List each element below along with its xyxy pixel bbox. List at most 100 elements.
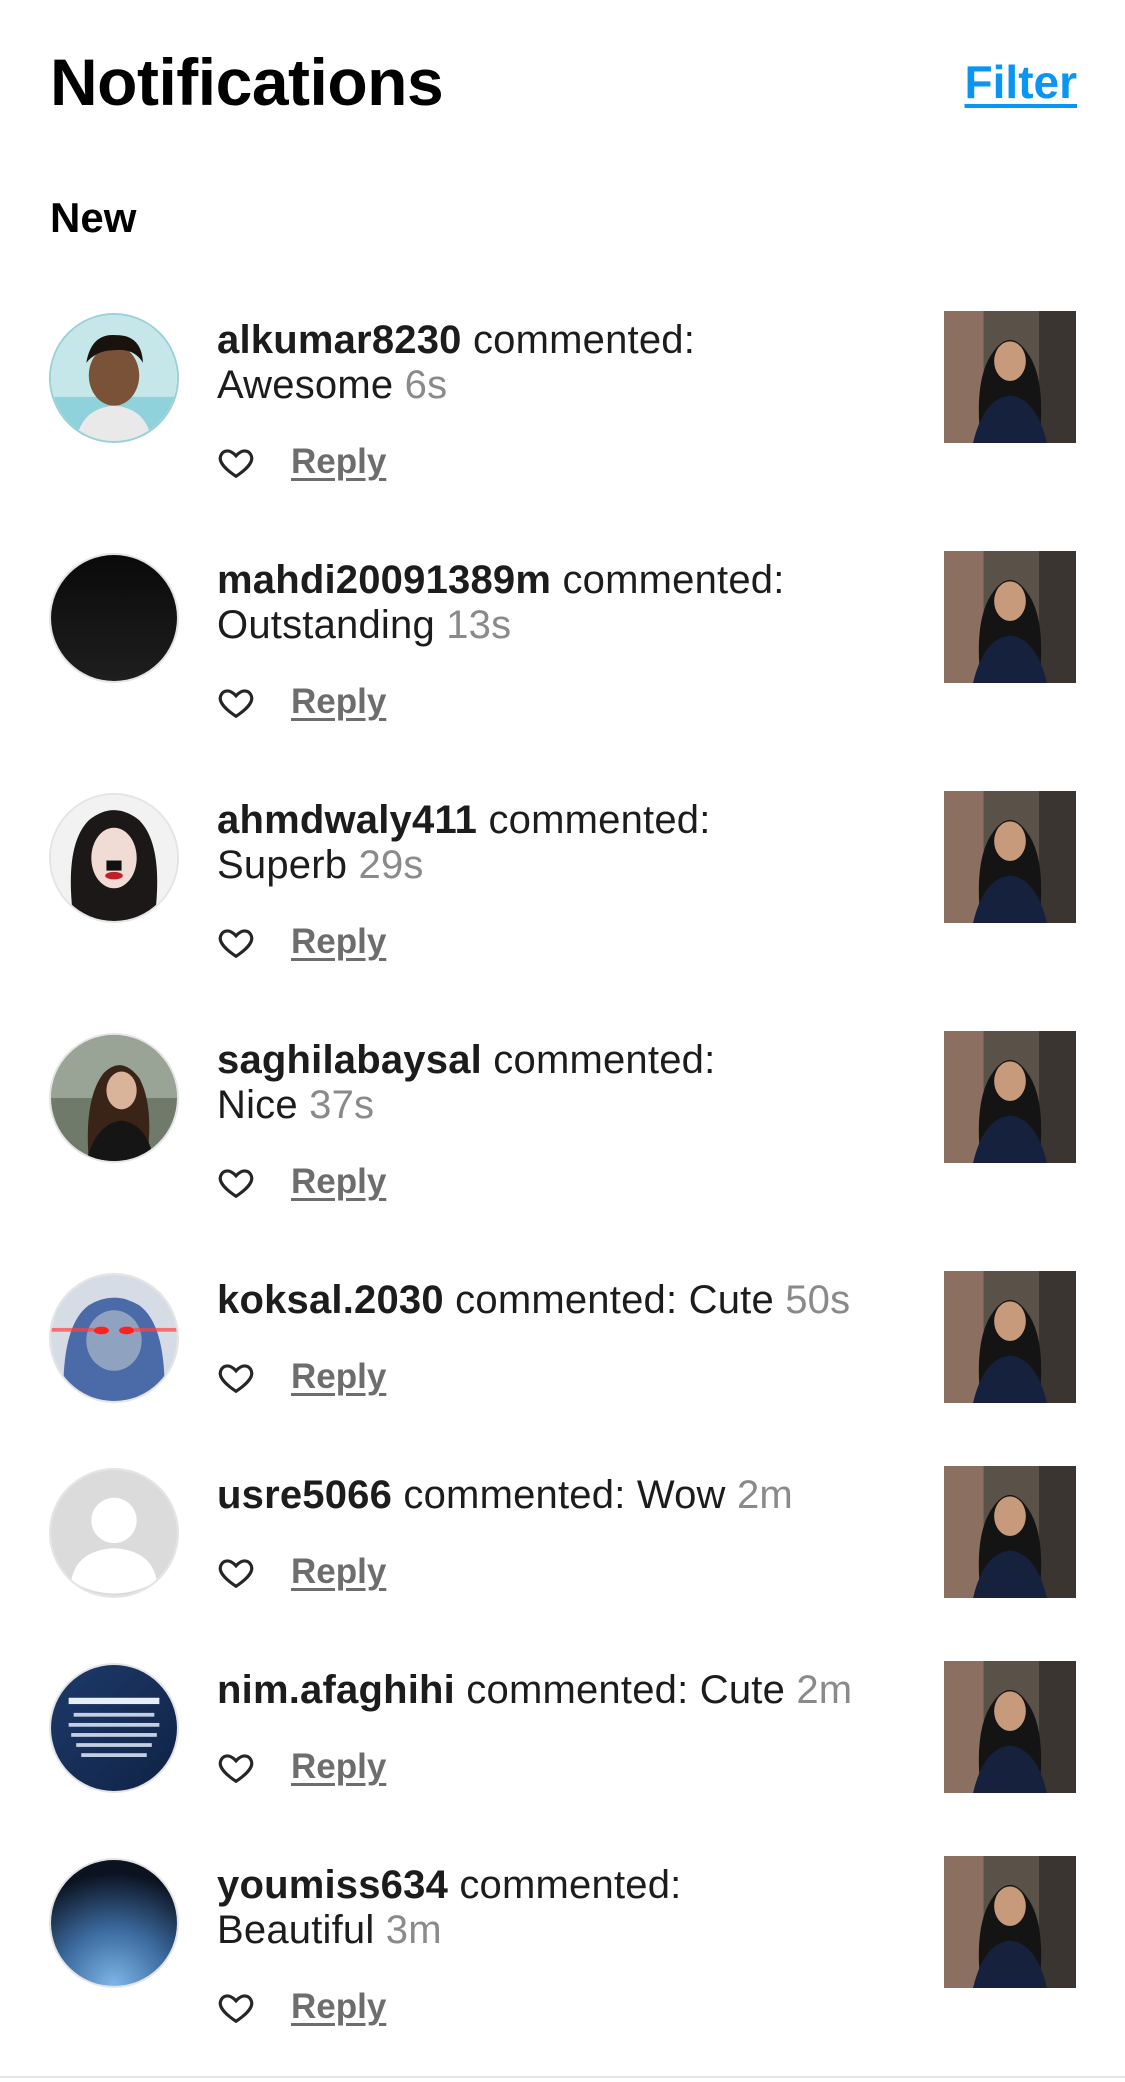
reply-button[interactable]: Reply xyxy=(291,1552,386,1592)
post-thumbnail[interactable] xyxy=(944,311,1076,443)
timestamp: 29s xyxy=(358,843,424,887)
post-photo-icon xyxy=(944,311,1076,443)
header: Notifications Filter xyxy=(0,0,1125,170)
heart-icon[interactable] xyxy=(217,1553,255,1591)
post-thumbnail[interactable] xyxy=(944,1031,1076,1163)
action-text: commented: xyxy=(403,1473,626,1517)
post-photo-icon xyxy=(944,1466,1076,1598)
profile-photo-gradient-icon xyxy=(51,1860,177,1986)
username[interactable]: usre5066 xyxy=(217,1473,392,1517)
actions-row: Reply xyxy=(217,1157,386,1207)
notification-text: youmiss634 commented: Beautiful 3m xyxy=(217,1863,917,1953)
comment-text: Cute xyxy=(688,1278,774,1322)
post-photo-icon xyxy=(944,551,1076,683)
username[interactable]: ahmdwaly411 xyxy=(217,798,477,842)
actions-row: Reply xyxy=(217,917,386,967)
action-text: commented: xyxy=(493,1038,716,1082)
avatar[interactable] xyxy=(49,793,179,923)
heart-icon[interactable] xyxy=(217,1988,255,2026)
actions-row: Reply xyxy=(217,437,386,487)
heart-icon[interactable] xyxy=(217,683,255,721)
section-label-new: New xyxy=(50,194,137,241)
divider xyxy=(0,2076,1125,2078)
avatar[interactable] xyxy=(49,1663,179,1793)
actions-row: Reply xyxy=(217,1547,386,1597)
username[interactable]: nim.afaghihi xyxy=(217,1668,455,1712)
avatar[interactable] xyxy=(49,1273,179,1403)
post-photo-icon xyxy=(944,1031,1076,1163)
comment-text: Cute xyxy=(699,1668,786,1712)
reply-button[interactable]: Reply xyxy=(291,442,386,482)
post-thumbnail[interactable] xyxy=(944,1466,1076,1598)
action-text: commented: xyxy=(455,1278,678,1322)
timestamp: 13s xyxy=(446,603,512,647)
notification-text: koksal.2030 commented: Cute 50s xyxy=(217,1278,917,1323)
timestamp: 2m xyxy=(736,1473,793,1517)
post-photo-icon xyxy=(944,1661,1076,1793)
page-title: Notifications xyxy=(50,45,444,119)
reply-button[interactable]: Reply xyxy=(291,922,386,962)
reply-button[interactable]: Reply xyxy=(291,1357,386,1397)
timestamp: 2m xyxy=(796,1668,853,1712)
timestamp: 3m xyxy=(385,1908,442,1952)
notification-text: nim.afaghihi commented: Cute 2m xyxy=(217,1668,917,1713)
avatar[interactable] xyxy=(49,1858,179,1988)
profile-photo-girl-icon xyxy=(51,795,177,921)
actions-row: Reply xyxy=(217,1742,386,1792)
actions-row: Reply xyxy=(217,1982,386,2032)
username[interactable]: koksal.2030 xyxy=(217,1278,444,1322)
comment-text: Wow xyxy=(636,1473,726,1517)
avatar[interactable] xyxy=(49,553,179,683)
action-text: commented: xyxy=(466,1668,689,1712)
actions-row: Reply xyxy=(217,1352,386,1402)
notification-text: alkumar8230 commented: Awesome 6s xyxy=(217,318,917,408)
heart-icon[interactable] xyxy=(217,923,255,961)
action-text: commented: xyxy=(562,558,785,602)
heart-icon[interactable] xyxy=(217,443,255,481)
timestamp: 6s xyxy=(404,363,448,407)
timestamp: 37s xyxy=(309,1083,375,1127)
action-text: commented: xyxy=(488,798,711,842)
post-photo-icon xyxy=(944,791,1076,923)
comment-text: Beautiful xyxy=(217,1908,375,1952)
post-thumbnail[interactable] xyxy=(944,791,1076,923)
comment-text: Nice xyxy=(217,1083,298,1127)
comment-text: Awesome xyxy=(217,363,394,407)
avatar[interactable] xyxy=(49,1468,179,1598)
notification-text: usre5066 commented: Wow 2m xyxy=(217,1473,917,1518)
profile-photo-woman-icon xyxy=(51,1035,177,1161)
action-text: commented: xyxy=(459,1863,682,1907)
heart-icon[interactable] xyxy=(217,1358,255,1396)
post-thumbnail[interactable] xyxy=(944,1661,1076,1793)
post-photo-icon xyxy=(944,1271,1076,1403)
username[interactable]: youmiss634 xyxy=(217,1863,448,1907)
profile-photo-boy-icon xyxy=(51,315,177,441)
notification-text: saghilabaysal commented: Nice 37s xyxy=(217,1038,917,1128)
default-avatar-icon xyxy=(51,1470,177,1596)
avatar[interactable] xyxy=(49,313,179,443)
profile-photo-black-icon xyxy=(51,555,177,681)
reply-button[interactable]: Reply xyxy=(291,1747,386,1787)
username[interactable]: mahdi20091389m xyxy=(217,558,551,602)
filter-button[interactable]: Filter xyxy=(965,52,1077,112)
actions-row: Reply xyxy=(217,677,386,727)
post-thumbnail[interactable] xyxy=(944,1856,1076,1988)
comment-text: Outstanding xyxy=(217,603,435,647)
reply-button[interactable]: Reply xyxy=(291,1987,386,2027)
avatar[interactable] xyxy=(49,1033,179,1163)
profile-photo-hoodie-icon xyxy=(51,1275,177,1401)
post-thumbnail[interactable] xyxy=(944,551,1076,683)
reply-button[interactable]: Reply xyxy=(291,682,386,722)
username[interactable]: saghilabaysal xyxy=(217,1038,482,1082)
heart-icon[interactable] xyxy=(217,1748,255,1786)
username[interactable]: alkumar8230 xyxy=(217,318,462,362)
action-text: commented: xyxy=(472,318,696,362)
profile-photo-text-icon xyxy=(51,1665,177,1791)
post-photo-icon xyxy=(944,1856,1076,1988)
heart-icon[interactable] xyxy=(217,1163,255,1201)
reply-button[interactable]: Reply xyxy=(291,1162,386,1202)
timestamp: 50s xyxy=(785,1278,851,1322)
comment-text: Superb xyxy=(217,843,348,887)
post-thumbnail[interactable] xyxy=(944,1271,1076,1403)
notification-text: mahdi20091389m commented: Outstanding 13… xyxy=(217,558,917,648)
